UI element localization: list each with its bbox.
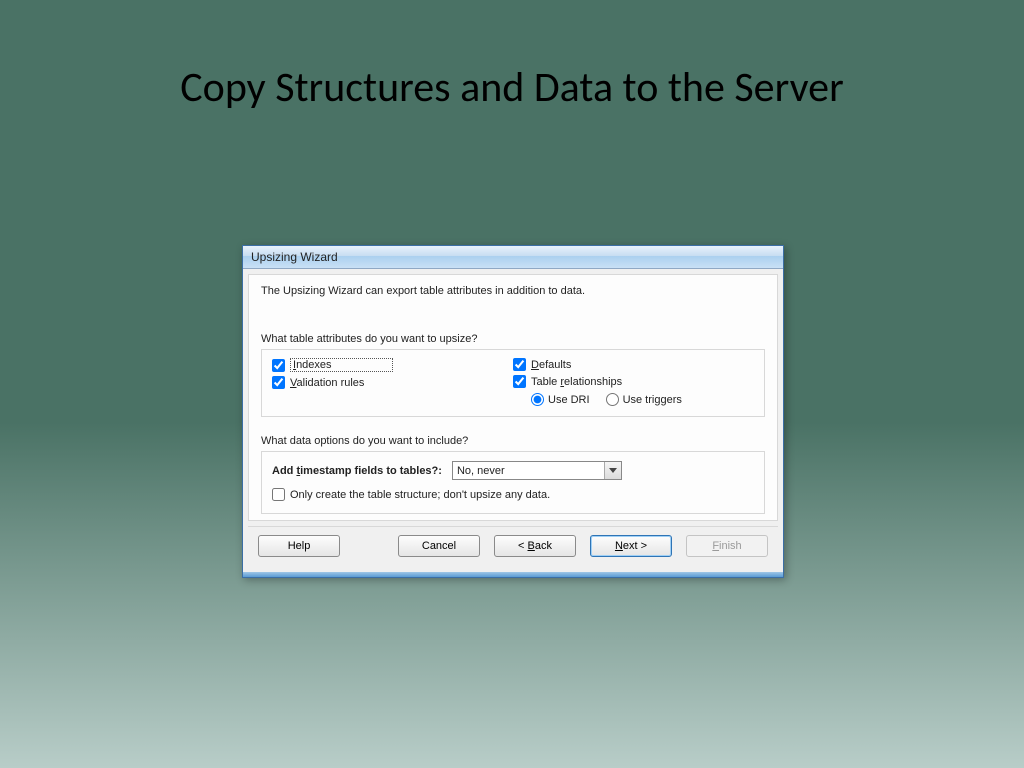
back-button[interactable]: < Back: [494, 535, 576, 557]
timestamp-select[interactable]: No, never: [452, 461, 622, 480]
intro-text: The Upsizing Wizard can export table att…: [261, 285, 765, 333]
button-bar: Help Cancel < Back Next > Finish: [248, 526, 778, 567]
indexes-check[interactable]: [272, 359, 285, 372]
data-options-question: What data options do you want to include…: [261, 435, 765, 447]
radio-use-triggers[interactable]: Use triggers: [606, 393, 682, 406]
dialog-bottom-frame: [243, 572, 783, 577]
only-structure-label: Only create the table structure; don't u…: [290, 489, 550, 501]
only-structure-check[interactable]: [272, 488, 285, 501]
dialog-titlebar[interactable]: Upsizing Wizard: [243, 246, 783, 269]
relationships-check[interactable]: [513, 375, 526, 388]
radio-dri-label: Use DRI: [548, 394, 590, 406]
help-button[interactable]: Help: [258, 535, 340, 557]
checkbox-validation-rules[interactable]: Validation rules: [272, 374, 513, 391]
radio-triggers-label: Use triggers: [623, 394, 682, 406]
data-options-section: Add timestamp fields to tables?: No, nev…: [261, 451, 765, 514]
upsizing-wizard-dialog: Upsizing Wizard The Upsizing Wizard can …: [242, 245, 784, 578]
dialog-body: The Upsizing Wizard can export table att…: [248, 274, 778, 521]
defaults-check[interactable]: [513, 358, 526, 371]
timestamp-value: No, never: [453, 465, 604, 477]
triggers-radio[interactable]: [606, 393, 619, 406]
timestamp-label: Add timestamp fields to tables?:: [272, 465, 442, 477]
validation-check[interactable]: [272, 376, 285, 389]
attributes-question: What table attributes do you want to ups…: [261, 333, 765, 345]
checkbox-only-structure[interactable]: Only create the table structure; don't u…: [272, 486, 754, 503]
checkbox-defaults[interactable]: Defaults: [513, 356, 754, 373]
checkbox-indexes[interactable]: Indexes: [272, 356, 513, 374]
slide-title: Copy Structures and Data to the Server: [0, 0, 1024, 113]
dri-radio[interactable]: [531, 393, 544, 406]
finish-button: Finish: [686, 535, 768, 557]
checkbox-table-relationships[interactable]: Table relationships: [513, 373, 754, 390]
dropdown-icon[interactable]: [604, 462, 621, 479]
next-button[interactable]: Next >: [590, 535, 672, 557]
cancel-button[interactable]: Cancel: [398, 535, 480, 557]
radio-use-dri[interactable]: Use DRI: [531, 393, 590, 406]
attributes-section: Indexes Validation rules Defaults Table …: [261, 349, 765, 417]
